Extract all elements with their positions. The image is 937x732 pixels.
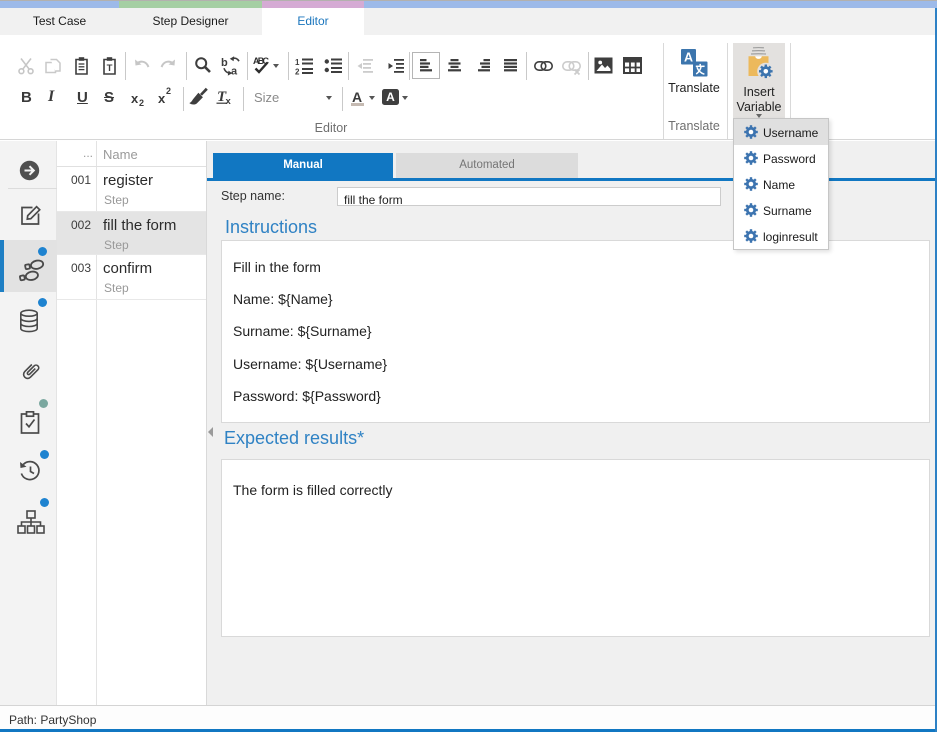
svg-text:T: T — [107, 63, 113, 74]
svg-text:2: 2 — [295, 68, 300, 76]
svg-text:a: a — [231, 66, 238, 78]
svg-text:A: A — [684, 50, 693, 64]
svg-text:b: b — [221, 57, 228, 69]
svg-text:x: x — [226, 96, 232, 105]
svg-text:1: 1 — [295, 58, 300, 67]
